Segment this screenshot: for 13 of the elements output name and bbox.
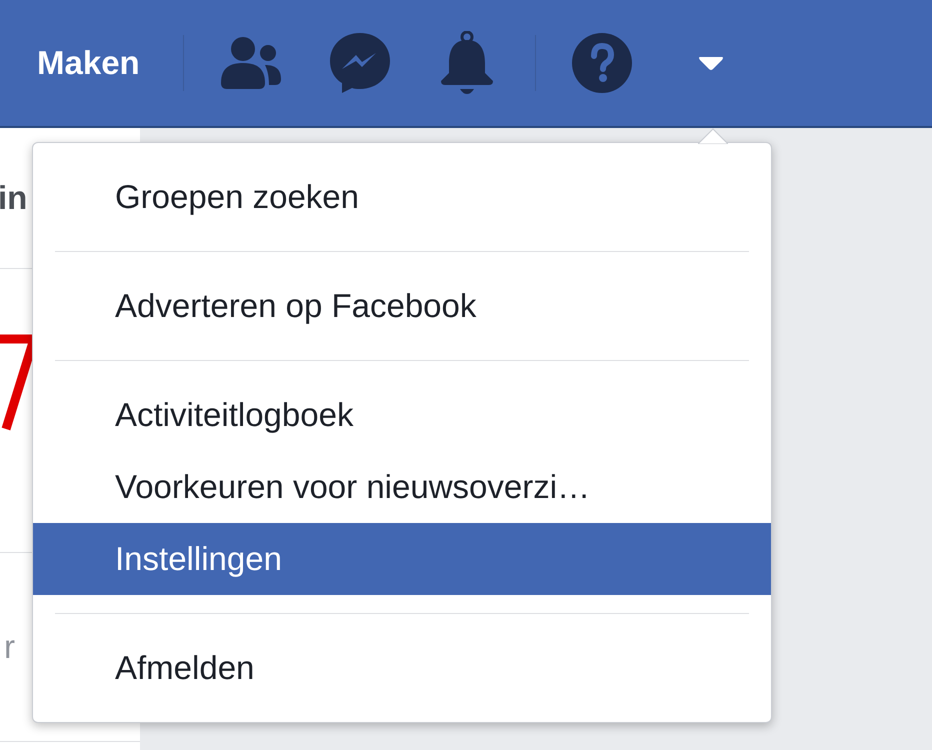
help-icon[interactable] (570, 32, 633, 94)
create-link[interactable]: Maken (37, 44, 140, 82)
messenger-icon[interactable] (328, 31, 392, 95)
menu-item[interactable]: Adverteren op Facebook (33, 270, 771, 342)
menu-item[interactable]: Activiteitlogboek (33, 379, 771, 451)
menu-item[interactable]: Groepen zoeken (33, 161, 771, 233)
heading-text: in (0, 179, 28, 217)
menu-item[interactable]: Afmelden (33, 632, 771, 704)
caret-icon[interactable] (696, 54, 725, 72)
menu-item[interactable]: Instellingen (33, 523, 771, 595)
body-text: r (4, 628, 15, 666)
menu-item[interactable]: Voorkeuren voor nieuwsoverzi… (33, 451, 771, 523)
friends-icon[interactable] (218, 35, 283, 91)
